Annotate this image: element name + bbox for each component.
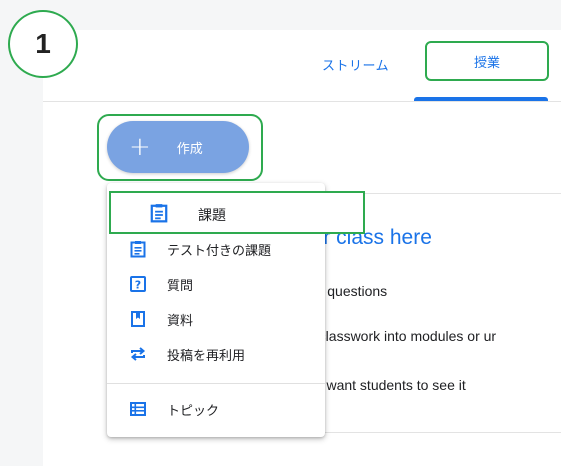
tab-stream[interactable]: ストリーム — [322, 55, 389, 74]
assignment-icon — [150, 204, 168, 223]
menu-item-topic[interactable]: トピック — [107, 392, 325, 426]
menu-item-material[interactable]: 資料 — [107, 302, 325, 336]
menu-item-assignment[interactable]: 課題 — [109, 191, 365, 234]
menu-item-label: テスト付きの課題 — [167, 243, 272, 259]
menu-item-label: 質問 — [167, 278, 194, 294]
create-button[interactable]: + 作成 — [107, 121, 249, 173]
quiz-assignment-icon — [130, 241, 146, 258]
menu-item-reuse-post[interactable]: 投稿を再利用 — [107, 337, 325, 371]
material-icon — [131, 311, 145, 327]
topic-icon — [130, 402, 146, 416]
reuse-post-icon — [130, 347, 146, 361]
create-button-label: 作成 — [176, 141, 203, 157]
tab-classwork-label: 授業 — [473, 55, 500, 71]
tabbar-divider — [43, 101, 561, 102]
tab-classwork[interactable]: 授業 — [425, 41, 549, 81]
menu-item-question[interactable]: ? 質問 — [107, 267, 325, 301]
active-tab-indicator — [414, 97, 548, 101]
menu-item-label: トピック — [167, 403, 220, 419]
empty-state-line: ze classwork into modules or ur — [300, 328, 497, 344]
menu-divider — [107, 383, 325, 384]
menu-item-label: 投稿を再利用 — [167, 348, 246, 364]
svg-text:?: ? — [135, 279, 141, 292]
menu-item-quiz-assignment[interactable]: テスト付きの課題 — [107, 232, 325, 266]
step-number-badge: 1 — [8, 10, 78, 78]
menu-item-label: 資料 — [167, 313, 194, 329]
plus-icon: + — [129, 132, 151, 162]
question-icon: ? — [130, 276, 146, 292]
menu-item-label: 課題 — [198, 208, 226, 224]
